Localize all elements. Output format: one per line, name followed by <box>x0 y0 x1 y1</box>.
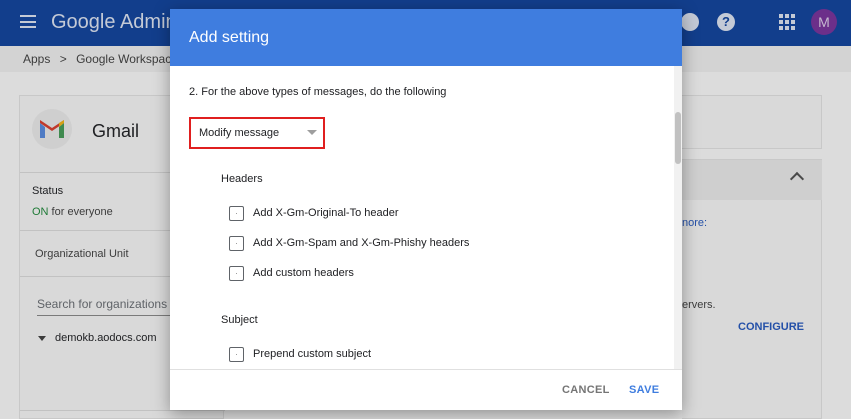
checkbox-label: Add X-Gm-Spam and X-Gm-Phishy headers <box>253 237 470 249</box>
save-button[interactable]: SAVE <box>629 384 659 396</box>
divider <box>20 410 225 411</box>
checkbox-label: Add X-Gm-Original-To header <box>253 207 399 219</box>
right-card-header[interactable] <box>682 160 822 200</box>
dialog-title: Add setting <box>189 29 270 46</box>
service-title: Gmail <box>92 121 140 141</box>
avatar[interactable]: M <box>811 9 837 35</box>
status-suffix: for everyone <box>48 206 113 218</box>
servers-text: ervers. <box>682 299 716 311</box>
ou-label: Organizational Unit <box>35 248 129 260</box>
checkbox-label: Prepend custom subject <box>253 348 372 360</box>
gmail-logo-icon <box>32 109 72 149</box>
subject-section-title: Subject <box>221 314 258 326</box>
action-select[interactable]: Modify message <box>189 117 325 149</box>
chevron-up-icon[interactable] <box>789 171 805 187</box>
dialog-header: Add setting <box>170 9 682 66</box>
right-card-top <box>682 95 822 149</box>
add-setting-dialog: Add setting 2. For the above types of me… <box>170 9 682 410</box>
notification-icon[interactable] <box>681 13 699 31</box>
checkbox[interactable] <box>229 236 244 251</box>
checkbox[interactable] <box>229 206 244 221</box>
more-link[interactable]: nore: <box>682 217 707 229</box>
app-title[interactable]: Google Admin <box>51 11 177 34</box>
ou-root-label: demokb.aodocs.com <box>55 332 157 344</box>
scrollbar-thumb[interactable] <box>675 112 681 164</box>
dialog-body[interactable]: 2. For the above types of messages, do t… <box>170 66 682 369</box>
apps-grid-icon[interactable] <box>779 14 795 30</box>
dialog-scrollbar[interactable] <box>674 66 682 369</box>
headers-section-title: Headers <box>221 173 263 185</box>
checkbox[interactable] <box>229 266 244 281</box>
caret-down-icon[interactable] <box>38 335 46 341</box>
checkbox-label: Add custom headers <box>253 267 354 279</box>
action-select-value: Modify message <box>199 127 280 139</box>
dropdown-arrow-icon <box>307 130 317 135</box>
status-on: ON <box>32 206 49 218</box>
breadcrumb-google-workspace[interactable]: Google Workspace <box>76 52 178 66</box>
help-icon[interactable]: ? <box>717 13 735 31</box>
breadcrumb-apps[interactable]: Apps <box>23 52 50 66</box>
right-card: nore: ervers. CONFIGURE <box>682 159 822 419</box>
status-label: Status <box>32 185 64 197</box>
ou-tree-root[interactable]: demokb.aodocs.com <box>38 332 157 344</box>
configure-button[interactable]: CONFIGURE <box>738 321 804 333</box>
step-instruction: 2. For the above types of messages, do t… <box>189 86 447 98</box>
dialog-footer: CANCEL SAVE <box>170 369 682 410</box>
checkbox[interactable] <box>229 347 244 362</box>
menu-icon[interactable] <box>20 15 36 28</box>
status-value: ON for everyone <box>32 206 113 218</box>
cancel-button[interactable]: CANCEL <box>562 384 610 396</box>
breadcrumb-separator: > <box>59 52 67 66</box>
